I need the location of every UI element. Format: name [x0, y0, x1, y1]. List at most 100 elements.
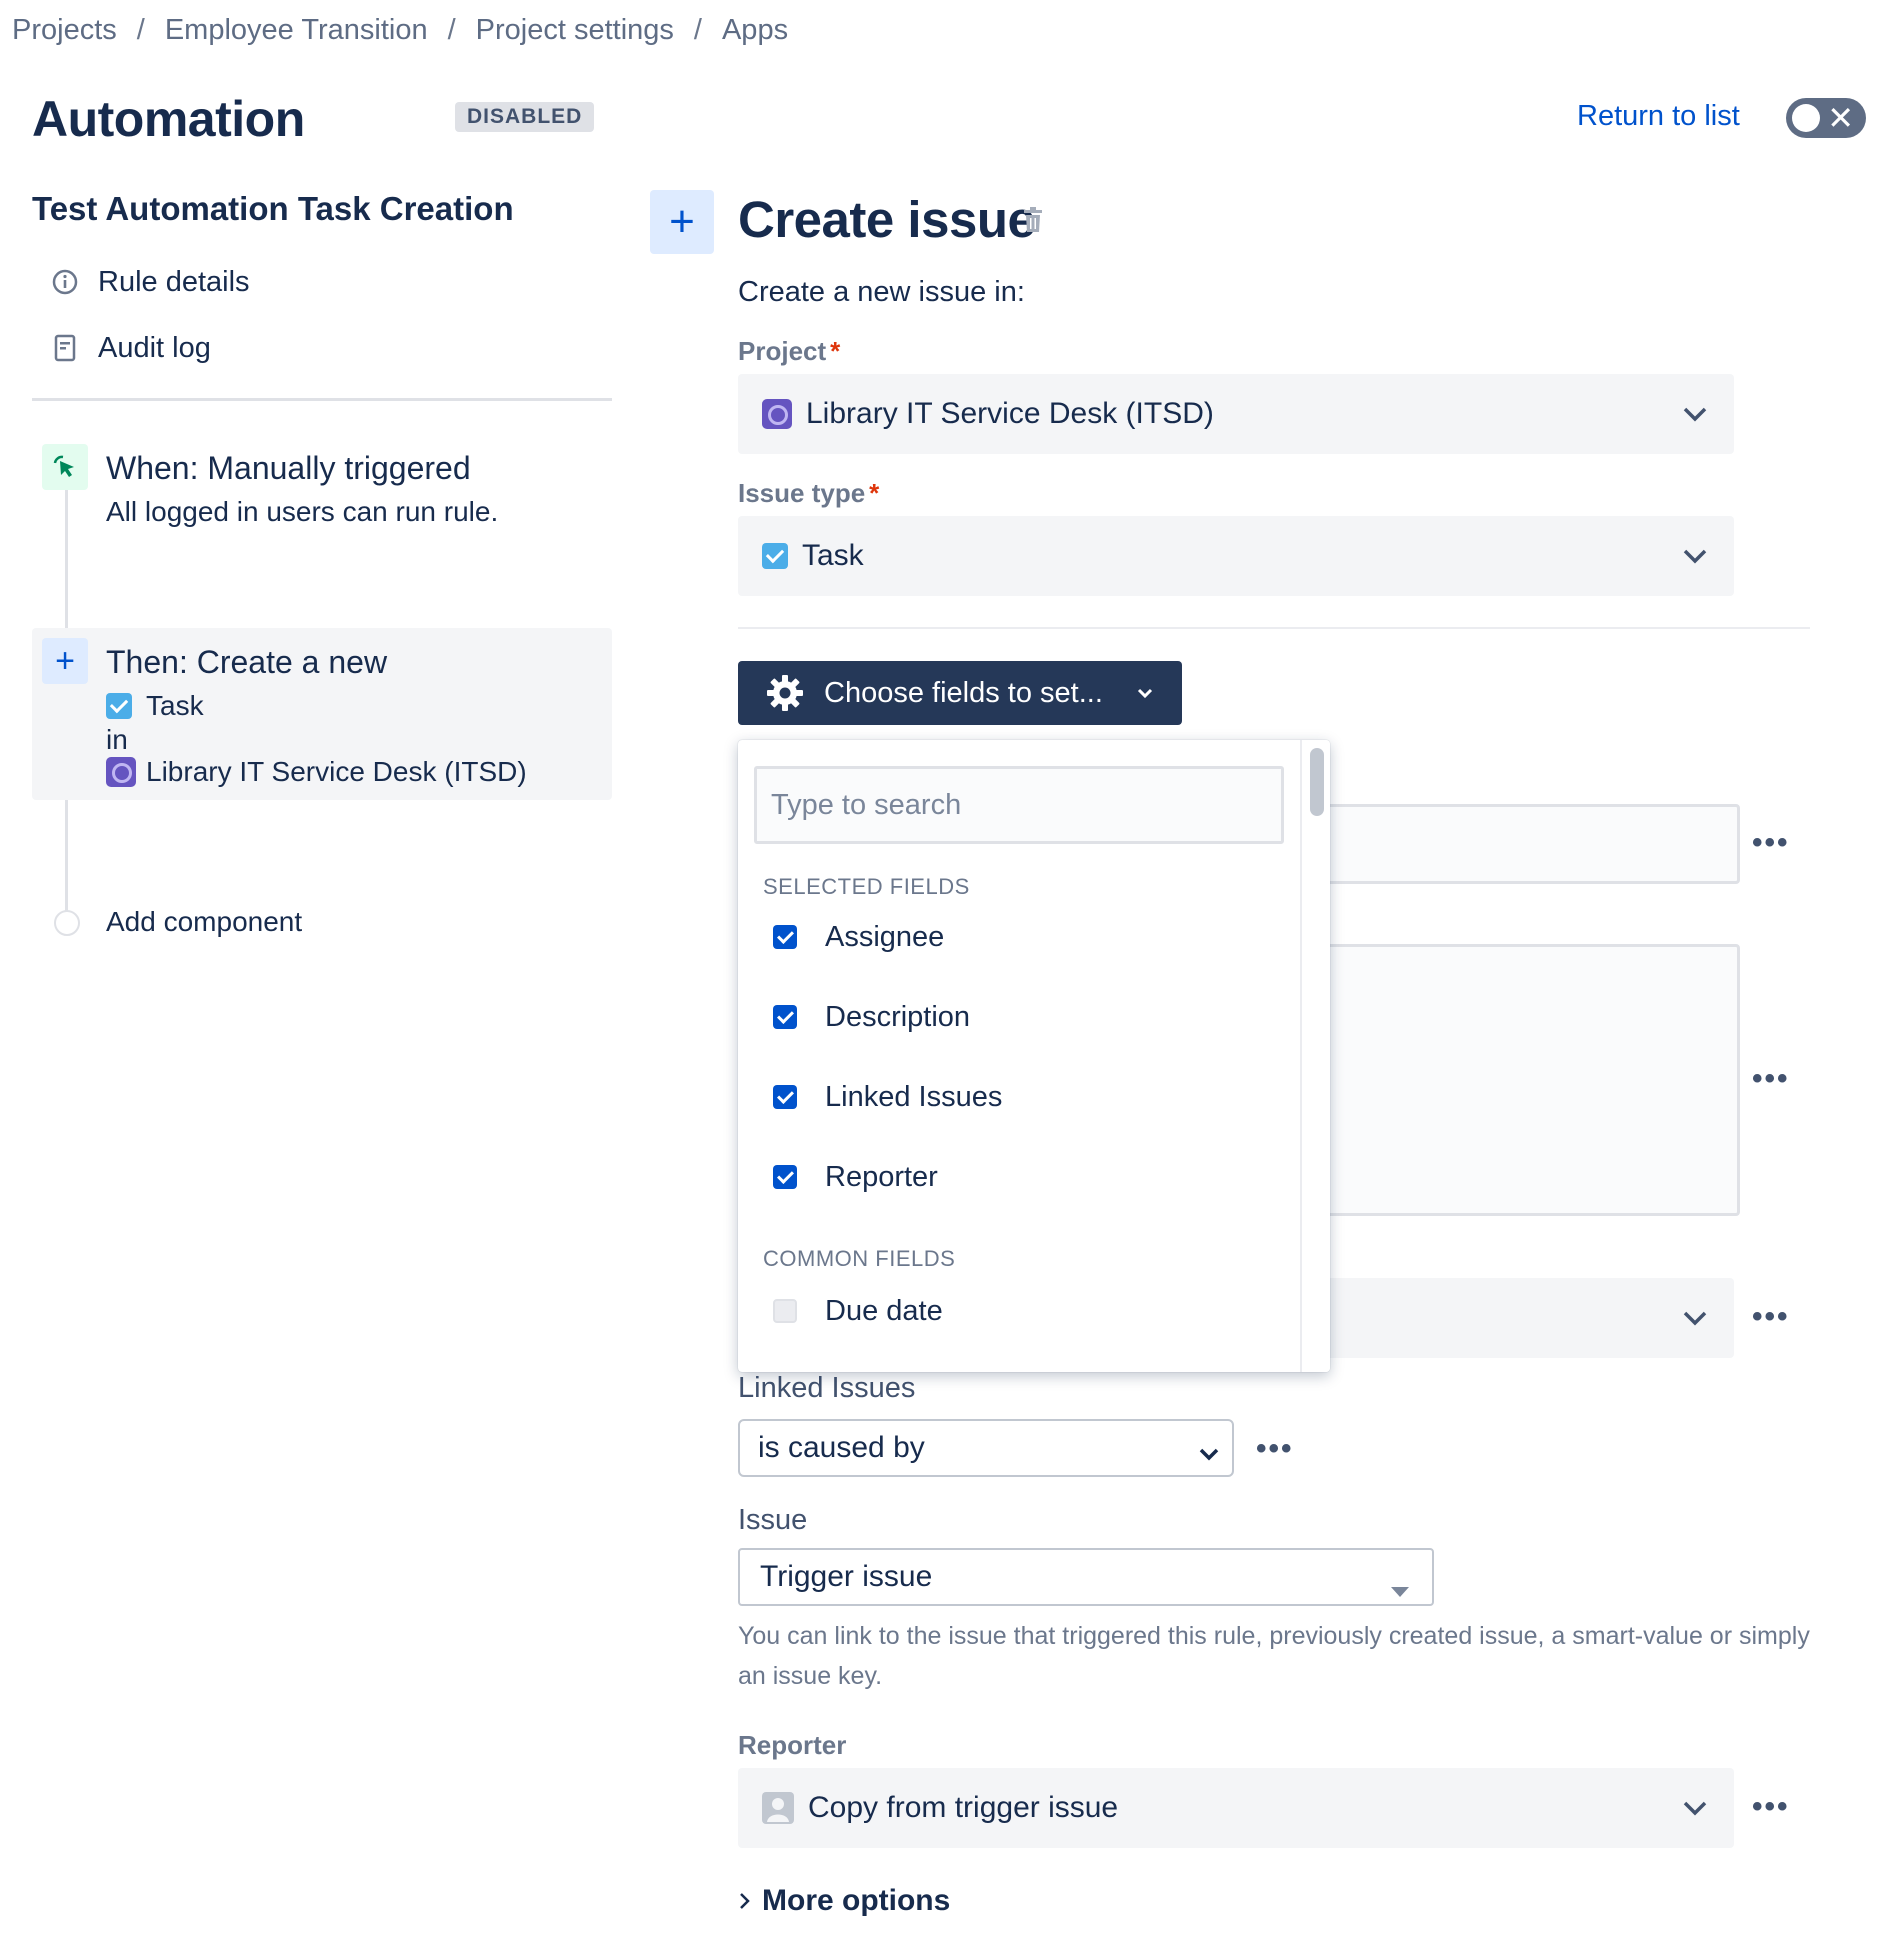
- rule-name: Test Automation Task Creation: [32, 190, 514, 227]
- more-actions-icon[interactable]: •••: [1752, 1062, 1790, 1096]
- issue-label: Issue: [738, 1504, 808, 1536]
- add-action-button[interactable]: +: [650, 190, 714, 254]
- breadcrumb-apps[interactable]: Apps: [722, 14, 788, 46]
- avatar: [762, 1792, 794, 1824]
- project-label: Project *: [738, 336, 840, 367]
- issue-helper-text: You can link to the issue that triggered…: [738, 1622, 1810, 1690]
- project-icon: [762, 399, 792, 429]
- breadcrumb-projects[interactable]: Projects: [12, 14, 117, 46]
- caret-down-icon: [1390, 1572, 1410, 1606]
- rule-details-label: Rule details: [98, 265, 250, 298]
- breadcrumb-employee-transition[interactable]: Employee Transition: [165, 14, 428, 46]
- editor-title: Create issue: [738, 191, 1036, 248]
- breadcrumb-separator: /: [136, 14, 145, 46]
- project-select[interactable]: Library IT Service Desk (ITSD): [738, 374, 1734, 454]
- more-options-toggle[interactable]: More options: [738, 1884, 950, 1918]
- field-option-label: Description: [825, 1000, 971, 1033]
- issue-type-label: Issue type *: [738, 478, 879, 509]
- dropdown-scrollbar[interactable]: [1300, 740, 1330, 1372]
- checkbox-checked: [773, 925, 797, 949]
- field-option-due-date[interactable]: Due date: [773, 1286, 943, 1336]
- rule-enabled-toggle[interactable]: ✕: [1786, 98, 1866, 138]
- choose-fields-label: Choose fields to set...: [824, 676, 1103, 709]
- hidden-select-field[interactable]: [1300, 1278, 1734, 1358]
- field-option-label: Due date: [825, 1294, 943, 1327]
- field-option-assignee[interactable]: Assignee: [773, 912, 944, 962]
- issue-type-select[interactable]: Task: [738, 516, 1734, 596]
- action-issue-type-label: Task: [146, 690, 204, 721]
- toggle-knob: [1792, 104, 1820, 132]
- link-type-value: is caused by: [758, 1431, 925, 1464]
- breadcrumb-project-settings[interactable]: Project settings: [476, 14, 674, 46]
- more-options-label: More options: [762, 1884, 951, 1917]
- reporter-select[interactable]: Copy from trigger issue: [738, 1768, 1734, 1848]
- action-project: Library IT Service Desk (ITSD): [106, 756, 527, 788]
- more-actions-icon[interactable]: •••: [1256, 1432, 1294, 1466]
- field-option-reporter[interactable]: Reporter: [773, 1152, 938, 1202]
- field-option-linked-issues[interactable]: Linked Issues: [773, 1072, 1002, 1122]
- chevron-down-icon: [1682, 398, 1708, 438]
- chevron-right-icon: [738, 1891, 752, 1911]
- breadcrumb: Projects / Employee Transition / Project set…: [12, 14, 788, 47]
- project-icon: [106, 757, 136, 787]
- sidebar-divider: [32, 398, 612, 401]
- trigger-title[interactable]: When: Manually triggered: [106, 450, 471, 487]
- section-divider: [738, 627, 1810, 629]
- info-icon: [32, 268, 98, 296]
- task-icon: [762, 543, 788, 569]
- more-actions-icon[interactable]: •••: [1752, 1790, 1790, 1824]
- document-icon: [32, 334, 98, 362]
- trigger-subtitle: All logged in users can run rule.: [106, 496, 499, 527]
- issue-select-value: Trigger issue: [760, 1560, 933, 1593]
- breadcrumb-separator: /: [447, 14, 456, 46]
- checkbox-checked: [773, 1165, 797, 1189]
- editor-intro: Create a new issue in:: [738, 276, 1025, 308]
- task-icon: [106, 693, 132, 719]
- cursor-click-icon: [42, 444, 88, 490]
- chevron-down-icon: [1682, 540, 1708, 580]
- field-option-label: Reporter: [825, 1160, 938, 1193]
- fields-search-input[interactable]: [754, 766, 1284, 844]
- issue-type-select-value: Task: [802, 539, 864, 572]
- add-component-link[interactable]: Add component: [106, 906, 302, 938]
- close-icon: ✕: [1827, 100, 1854, 136]
- add-component-dot: [54, 910, 80, 936]
- gear-icon: [766, 674, 804, 712]
- more-actions-icon[interactable]: •••: [1752, 826, 1790, 860]
- reporter-label: Reporter: [738, 1730, 847, 1760]
- chevron-down-icon: [1682, 1302, 1708, 1339]
- checkbox-unchecked: [773, 1299, 797, 1323]
- checkbox-checked: [773, 1005, 797, 1029]
- fields-dropdown: SELECTED FIELDS Assignee Description Lin…: [738, 740, 1330, 1372]
- action-project-label: Library IT Service Desk (ITSD): [146, 756, 527, 787]
- action-joiner: in: [106, 724, 128, 755]
- choose-fields-button[interactable]: Choose fields to set...: [738, 661, 1182, 725]
- trash-icon[interactable]: [1022, 206, 1044, 239]
- field-option-label: Linked Issues: [825, 1080, 1003, 1113]
- plus-icon: +: [669, 197, 695, 246]
- return-to-list-link[interactable]: Return to list: [1577, 100, 1740, 133]
- required-marker: *: [830, 336, 841, 366]
- issue-type-label-text: Issue type: [738, 478, 866, 508]
- required-marker: *: [869, 478, 880, 508]
- link-type-select[interactable]: is caused by: [738, 1419, 1234, 1477]
- field-option-description[interactable]: Description: [773, 992, 970, 1042]
- page-title: Automation: [32, 91, 305, 147]
- plus-icon: +: [42, 638, 88, 684]
- chevron-down-icon: [1198, 1439, 1220, 1473]
- action-title: Then: Create a new: [106, 644, 388, 680]
- status-badge: DISABLED: [455, 102, 595, 132]
- rule-details-link[interactable]: Rule details: [32, 260, 250, 304]
- description-field[interactable]: [1300, 944, 1740, 1216]
- action-issue-type: Task: [106, 690, 204, 722]
- assignee-field[interactable]: [1300, 804, 1740, 884]
- linked-issues-label: Linked Issues: [738, 1372, 916, 1404]
- chevron-down-icon: [1135, 683, 1155, 703]
- project-select-value: Library IT Service Desk (ITSD): [806, 397, 1214, 430]
- audit-log-label: Audit log: [98, 331, 211, 364]
- audit-log-link[interactable]: Audit log: [32, 326, 211, 370]
- scrollbar-thumb[interactable]: [1310, 748, 1324, 816]
- issue-select[interactable]: Trigger issue: [738, 1548, 1434, 1606]
- more-actions-icon[interactable]: •••: [1752, 1300, 1790, 1334]
- chevron-down-icon: [1682, 1792, 1708, 1832]
